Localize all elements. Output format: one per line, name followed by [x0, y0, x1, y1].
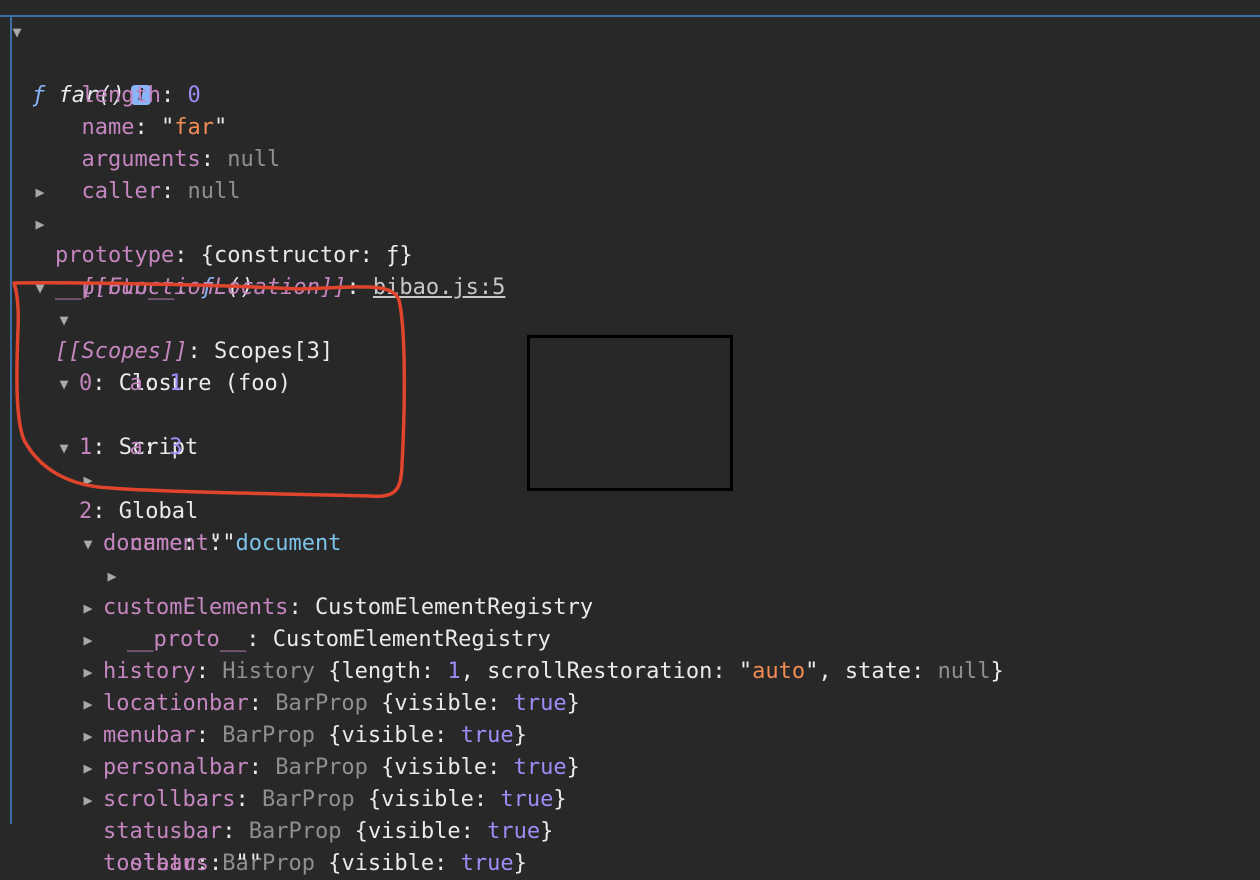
red-circle-annotation: [12, 281, 407, 499]
